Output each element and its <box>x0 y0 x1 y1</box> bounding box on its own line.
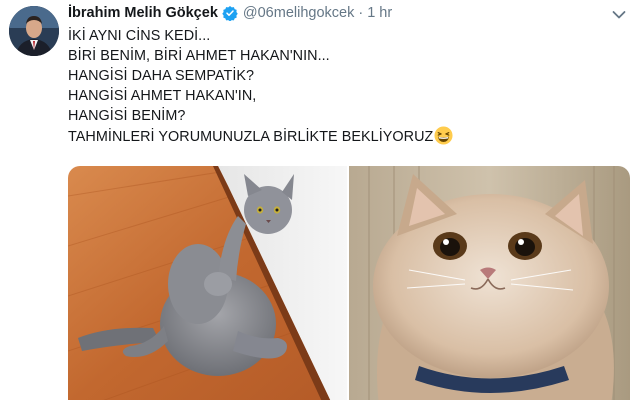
tweet-text-line: HANGİSİ AHMET HAKAN'IN, <box>68 88 257 105</box>
verified-badge-icon <box>222 5 238 22</box>
tweet-text-line: HANGİSİ DAHA SEMPATİK? <box>68 68 255 85</box>
separator-dot: · <box>358 5 364 21</box>
tweet-text-line-last: TAHMİNLERİ YORUMUNUZLA BİRLİKTE BEKLİYOR… <box>68 126 453 147</box>
tweet-text-line: İKİ AYNI CİNS KEDİ... <box>68 28 211 44</box>
tweet-media <box>68 166 630 400</box>
tweet-timestamp[interactable]: 1 hr <box>367 5 392 21</box>
tweet-header: İbrahim Melih Gökçek @06melihgokcek · 1 … <box>68 4 392 22</box>
tweet-text-line: TAHMİNLERİ YORUMUNUZLA BİRLİKTE BEKLİYOR… <box>68 129 434 146</box>
tweet-text: İKİ AYNI CİNS KEDİ... BİRİ BENİM, BİRİ A… <box>68 26 453 148</box>
tweet-text-line: BİRİ BENİM, BİRİ AHMET HAKAN'NIN... <box>68 48 330 65</box>
cat-photo-right[interactable] <box>349 166 630 400</box>
grinning-squinting-face-icon <box>434 126 453 145</box>
tweet-text-line: HANGİSİ BENİM? <box>68 108 186 125</box>
profile-avatar[interactable] <box>9 6 59 56</box>
author-name[interactable]: İbrahim Melih Gökçek <box>68 5 218 21</box>
chevron-down-icon[interactable] <box>612 7 626 19</box>
author-handle[interactable]: @06melihgokcek <box>243 5 354 21</box>
cat-photo-left[interactable] <box>68 166 347 400</box>
tweet[interactable]: İbrahim Melih Gökçek @06melihgokcek · 1 … <box>0 0 640 400</box>
